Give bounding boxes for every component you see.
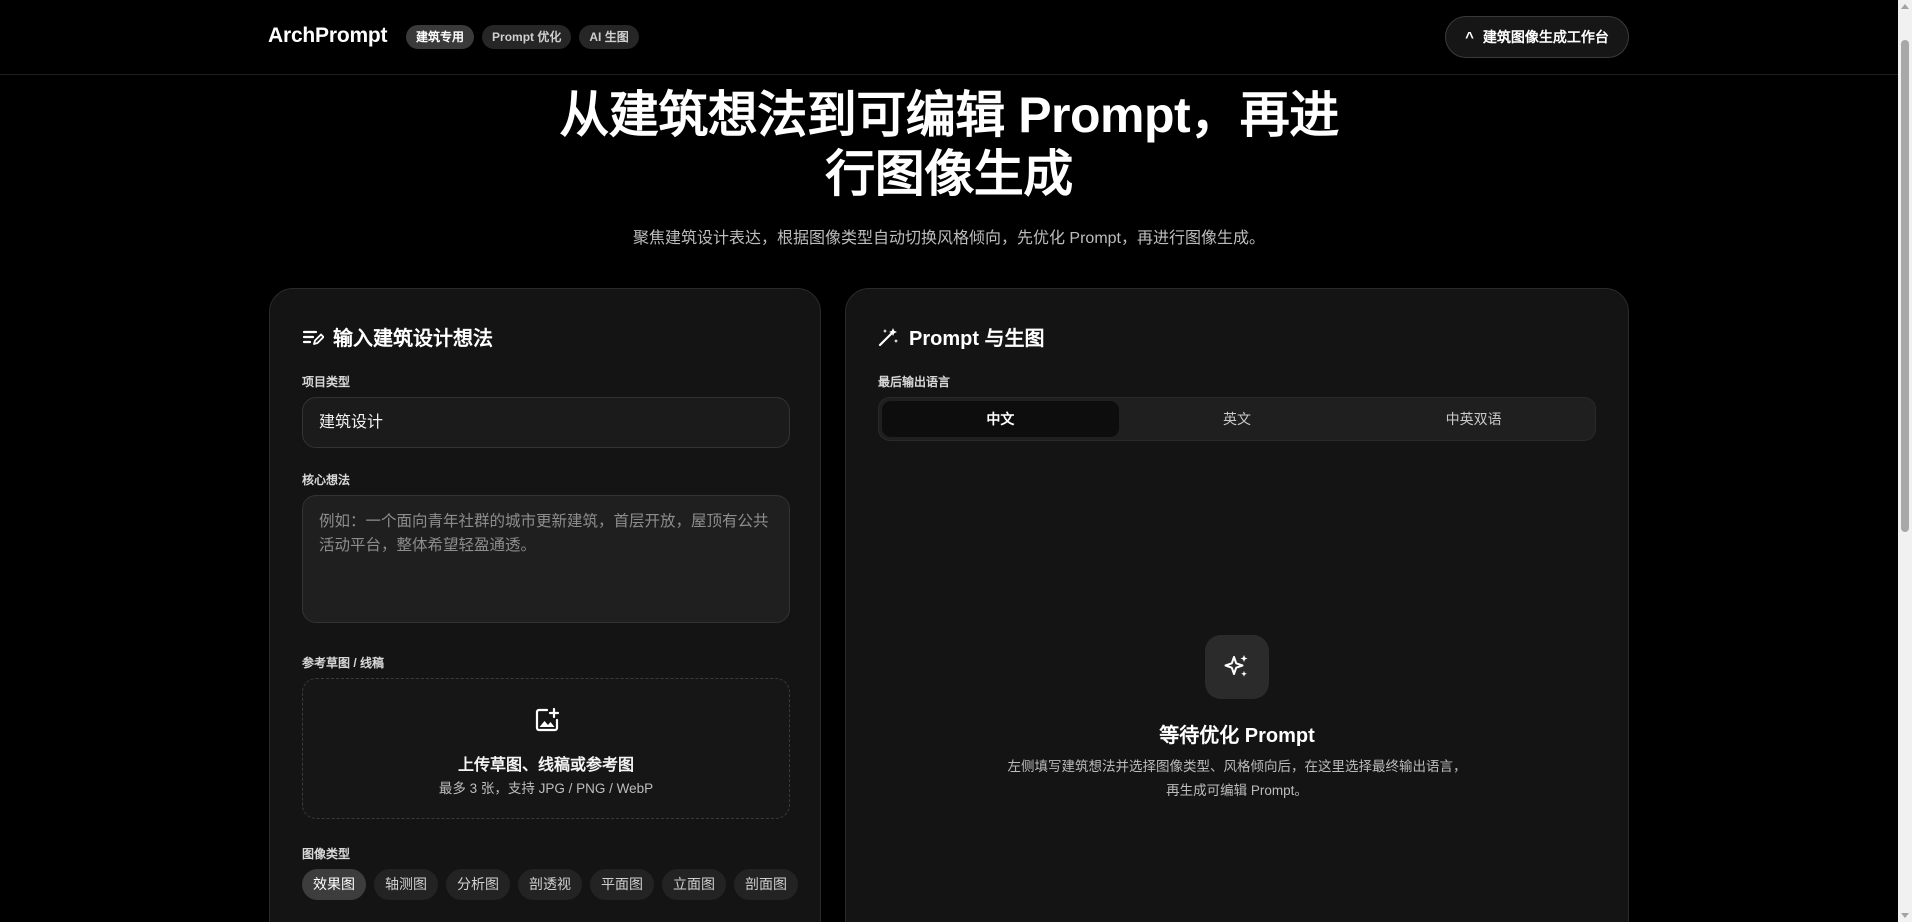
image-type-axonometric[interactable]: 轴测图	[374, 869, 438, 900]
language-option-english[interactable]: 英文	[1119, 401, 1356, 437]
image-type-options: 效果图 轴测图 分析图 剖透视 平面图 立面图 剖面图	[302, 869, 802, 900]
language-option-bilingual[interactable]: 中英双语	[1355, 401, 1592, 437]
upload-title: 上传草图、线稿或参考图	[457, 757, 634, 774]
top-bar: ArchPrompt 建筑专用 Prompt 优化 AI 生图 ^ 建筑图像生成…	[0, 0, 1898, 75]
idea-input-panel: 输入建筑设计想法 项目类型 建筑设计 核心想法 参考草图 / 线稿 上传草图、线…	[269, 288, 821, 922]
image-type-plan[interactable]: 平面图	[590, 869, 654, 900]
core-idea-textarea[interactable]	[302, 495, 790, 623]
page: ArchPrompt 建筑专用 Prompt 优化 AI 生图 ^ 建筑图像生成…	[0, 0, 1912, 922]
image-type-section[interactable]: 剖面图	[734, 869, 798, 900]
empty-state-description: 左侧填写建筑想法并选择图像类型、风格倾向后，在这里选择最终输出语言，再生成可编辑…	[1007, 759, 1467, 798]
output-language-label: 最后输出语言	[878, 375, 951, 389]
caret-up-icon: ^	[1465, 28, 1474, 46]
prompt-panel-title: Prompt 与生图	[878, 322, 1045, 351]
workbench-button[interactable]: ^ 建筑图像生成工作台	[1445, 16, 1629, 58]
chip-architecture: 建筑专用	[406, 25, 475, 49]
idea-panel-title: 输入建筑设计想法	[302, 322, 493, 351]
workbench-button-label: 建筑图像生成工作台	[1482, 29, 1609, 45]
scrollbar-thumb[interactable]	[1901, 40, 1909, 532]
sparkles-icon	[1224, 655, 1248, 677]
language-option-chinese[interactable]: 中文	[882, 401, 1119, 437]
core-idea-label: 核心想法	[302, 473, 351, 487]
reference-sketch-label: 参考草图 / 线稿	[302, 656, 385, 670]
chip-prompt-optimize: Prompt 优化	[482, 25, 572, 49]
wand-sparkle-icon	[878, 327, 898, 346]
upload-hint: 最多 3 张，支持 JPG / PNG / WebP	[438, 781, 654, 796]
empty-state-title: 等待优化 Prompt	[1159, 725, 1315, 747]
image-add-icon	[535, 707, 560, 732]
prompt-panel-title-text: Prompt 与生图	[909, 328, 1045, 350]
hero-subtitle: 聚焦建筑设计表达，根据图像类型自动切换风格倾向，先优化 Prompt，再进行图像…	[632, 230, 1266, 247]
edit-list-icon	[302, 330, 324, 345]
image-type-section-perspective[interactable]: 剖透视	[518, 869, 582, 900]
image-type-analysis[interactable]: 分析图	[446, 869, 510, 900]
header-chips: 建筑专用 Prompt 优化 AI 生图	[406, 25, 639, 49]
hero-title: 从建筑想法到可编辑 Prompt，再进 行图像生成	[500, 86, 1398, 204]
image-type-rendering[interactable]: 效果图	[302, 869, 366, 900]
hero-title-line-1: 从建筑想法到可编辑 Prompt，再进	[559, 87, 1339, 143]
image-type-elevation[interactable]: 立面图	[662, 869, 726, 900]
reference-upload-dropzone[interactable]: 上传草图、线稿或参考图 最多 3 张，支持 JPG / PNG / WebP	[302, 678, 790, 819]
brand-logo[interactable]: ArchPrompt	[268, 24, 388, 48]
image-type-label: 图像类型	[302, 847, 351, 861]
project-type-label: 项目类型	[302, 375, 351, 389]
hero-title-line-2: 行图像生成	[825, 146, 1073, 202]
prompt-output-panel: Prompt 与生图 最后输出语言 中文 英文 中英双语 等待优化 Prompt…	[845, 288, 1629, 922]
page-scrollbar[interactable]	[1898, 0, 1912, 922]
scroll-down-arrow-icon[interactable]	[1901, 913, 1909, 918]
scroll-up-arrow-icon[interactable]	[1901, 4, 1909, 9]
project-type-select[interactable]: 建筑设计	[302, 397, 790, 448]
chip-ai-image: AI 生图	[579, 25, 639, 49]
idea-panel-title-text: 输入建筑设计想法	[333, 328, 493, 350]
output-language-toggle: 中文 英文 中英双语	[878, 397, 1596, 441]
empty-state-icon-badge	[1205, 635, 1269, 699]
